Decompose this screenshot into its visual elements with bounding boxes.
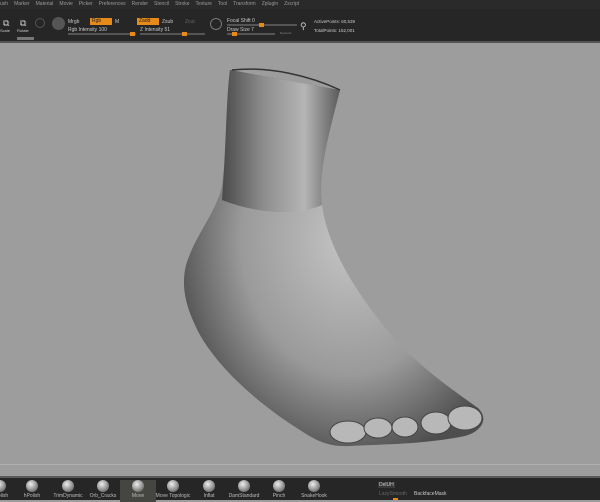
brush-icon — [26, 480, 38, 492]
brush-icon — [132, 480, 144, 492]
rgb-intensity-slider[interactable] — [68, 32, 136, 36]
brush-item-selected[interactable]: Move — [120, 480, 156, 502]
m-button[interactable]: M — [115, 19, 119, 25]
brush-icon — [273, 480, 285, 492]
menu-item[interactable]: ush — [0, 0, 8, 9]
brush-item[interactable]: TrimDynamic — [48, 480, 88, 502]
dynamic-button[interactable]: Dynamic — [280, 31, 292, 35]
menu-item[interactable]: Material — [36, 0, 54, 9]
brush-item[interactable]: Orb_Cracks — [83, 480, 123, 502]
menu-item[interactable]: Render — [132, 0, 148, 9]
backface-mask-button[interactable]: BackfaceMask — [414, 491, 447, 497]
menu-item[interactable]: Marker — [14, 0, 30, 9]
brush-item[interactable]: DamStandard — [224, 480, 264, 502]
brush-icon — [62, 480, 74, 492]
brush-icon — [167, 480, 179, 492]
rotate-label: Rotate — [17, 28, 29, 33]
menu-item[interactable]: Stroke — [175, 0, 189, 9]
menu-item[interactable]: Movie — [59, 0, 72, 9]
brush-icon — [0, 480, 6, 492]
deluv-button[interactable]: DelUH — [378, 482, 395, 488]
scale-label: Scale — [0, 28, 11, 33]
brush-icon — [238, 480, 250, 492]
menu-item[interactable]: Stencil — [154, 0, 169, 9]
menu-item[interactable]: Preferences — [99, 0, 126, 9]
toolbar: ⧉ Scale ⧉ Rotate Mrgb Rgb M Rgb Intensit… — [0, 9, 600, 43]
menu-item[interactable]: Transform — [233, 0, 256, 9]
viewport-divider — [0, 464, 600, 465]
z-intensity-slider[interactable] — [140, 32, 205, 36]
brush-item[interactable]: SnakeHook — [294, 480, 334, 502]
active-points: ActivePoints: 60,539 — [314, 19, 356, 24]
lazy-smooth-slider[interactable]: LazySmooth — [379, 491, 407, 497]
zcut-button[interactable]: Zcut — [185, 19, 195, 25]
menu-item[interactable]: Zplugin — [262, 0, 278, 9]
brush-item[interactable]: Pinch — [259, 480, 299, 502]
menu-item[interactable]: Picker — [79, 0, 93, 9]
focal-shift-slider[interactable] — [227, 23, 297, 27]
brush-icon[interactable]: ⚲ — [300, 21, 307, 32]
material-icon[interactable] — [35, 18, 45, 28]
brush-item[interactable]: hPolish — [12, 480, 52, 502]
menu-item[interactable]: Texture — [196, 0, 212, 9]
total-points: TotalPoints: 152,001 — [314, 28, 355, 33]
brush-item[interactable]: Move Topologic — [153, 480, 193, 502]
brush-icon — [97, 480, 109, 492]
brush-icon — [308, 480, 320, 492]
canvas-viewport[interactable] — [0, 45, 600, 476]
brush-icon — [203, 480, 215, 492]
foot-model — [183, 68, 484, 447]
mrgb-button[interactable]: Mrgb — [68, 19, 79, 25]
menu-item[interactable]: Tool — [218, 0, 227, 9]
zsub-button[interactable]: Zsub — [162, 19, 173, 25]
zadd-button[interactable]: Zadd — [137, 18, 159, 25]
stroke-icon[interactable] — [52, 17, 65, 30]
rgb-button[interactable]: Rgb — [90, 18, 112, 25]
menu-item[interactable]: Zscript — [284, 0, 299, 9]
brush-tray: hPolish hPolish TrimDynamic Orb_Cracks M… — [0, 476, 600, 502]
edit-brush-icon[interactable] — [210, 18, 222, 30]
menu-bar: ush Marker Material Movie Picker Prefere… — [0, 0, 600, 9]
draw-size-slider[interactable] — [227, 32, 275, 36]
brush-item[interactable]: Inflat — [189, 480, 229, 502]
scrollbar[interactable] — [17, 37, 34, 40]
